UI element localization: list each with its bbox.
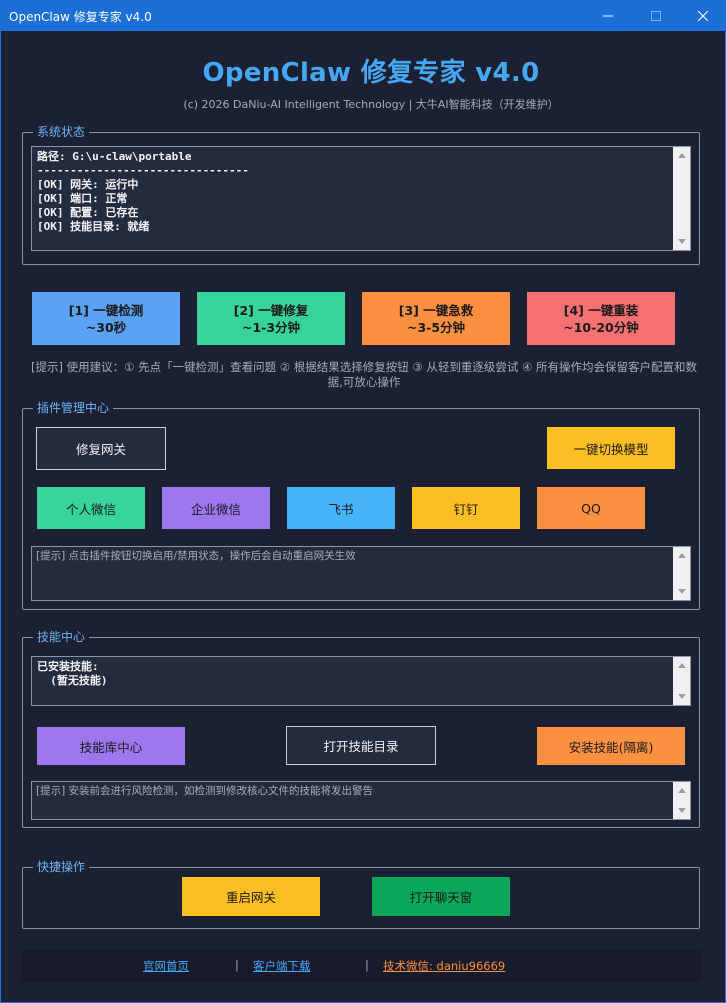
rescue-button[interactable]: [3] 一键急救 ~3-5分钟 bbox=[362, 292, 510, 345]
installed-skills-text: 已安装技能: (暂无技能) bbox=[37, 660, 108, 687]
homepage-link[interactable]: 官网首页 bbox=[143, 958, 189, 974]
switch-model-button[interactable]: 一键切换模型 bbox=[547, 427, 675, 469]
rescue-button-time: ~3-5分钟 bbox=[406, 319, 466, 335]
scroll-down-icon[interactable] bbox=[673, 688, 690, 705]
scroll-down-icon[interactable] bbox=[673, 583, 690, 600]
restart-gateway-button[interactable]: 重启网关 bbox=[182, 877, 320, 916]
plugin-personal-wechat-button[interactable]: 个人微信 bbox=[37, 487, 145, 529]
plugin-dingtalk-button[interactable]: 钉钉 bbox=[412, 487, 520, 529]
close-button[interactable] bbox=[680, 0, 726, 31]
plugin-qq-button[interactable]: QQ bbox=[537, 487, 645, 529]
rescue-button-label: [3] 一键急救 bbox=[398, 302, 474, 318]
reinstall-button-time: ~10-20分钟 bbox=[563, 319, 639, 335]
scroll-up-icon[interactable] bbox=[673, 782, 690, 799]
scroll-up-icon[interactable] bbox=[673, 547, 690, 564]
open-chat-button[interactable]: 打开聊天窗 bbox=[372, 877, 510, 916]
plugin-hint-box[interactable]: [提示] 点击插件按钮切换启用/禁用状态，操作后会自动重启网关生效 bbox=[31, 546, 691, 601]
window-title: OpenClaw 修复专家 v4.0 bbox=[9, 10, 152, 24]
installed-skills-scrollbar[interactable] bbox=[673, 657, 690, 705]
usage-tip: [提示] 使用建议：① 先点「一键检测」查看问题 ② 根据结果选择修复按钮 ③ … bbox=[31, 360, 697, 389]
status-log-text: 路径: G:\u-claw\portable -----------------… bbox=[37, 150, 249, 233]
reinstall-button-label: [4] 一键重装 bbox=[563, 302, 639, 318]
skills-group-label: 技能中心 bbox=[33, 630, 90, 644]
status-log-scrollbar[interactable] bbox=[673, 147, 690, 250]
app-title: OpenClaw 修复专家 v4.0 bbox=[202, 58, 540, 88]
scroll-down-icon[interactable] bbox=[673, 802, 690, 819]
system-status-label: 系统状态 bbox=[33, 125, 90, 139]
plugin-group-label: 插件管理中心 bbox=[33, 401, 114, 415]
skills-hint-scrollbar[interactable] bbox=[673, 782, 690, 819]
plugin-hint-text: [提示] 点击插件按钮切换启用/禁用状态，操作后会自动重启网关生效 bbox=[36, 550, 356, 562]
plugin-work-wechat-button[interactable]: 企业微信 bbox=[162, 487, 270, 529]
scroll-down-icon[interactable] bbox=[673, 233, 690, 250]
repair-button[interactable]: [2] 一键修复 ~1-3分钟 bbox=[197, 292, 345, 345]
title-bar[interactable]: OpenClaw 修复专家 v4.0 bbox=[0, 0, 726, 31]
minimize-button[interactable] bbox=[585, 0, 631, 31]
client-download-link[interactable]: 客户端下载 bbox=[253, 958, 311, 974]
reinstall-button[interactable]: [4] 一键重装 ~10-20分钟 bbox=[527, 292, 675, 345]
scroll-up-icon[interactable] bbox=[673, 657, 690, 674]
app-subtitle: (c) 2026 DaNiu-AI Intelligent Technology… bbox=[183, 98, 559, 111]
repair-button-label: [2] 一键修复 bbox=[233, 302, 309, 318]
plugin-hint-scrollbar[interactable] bbox=[673, 547, 690, 600]
installed-skills-box[interactable]: 已安装技能: (暂无技能) bbox=[31, 656, 691, 706]
quick-actions-group: 快捷操作 bbox=[22, 860, 700, 929]
skills-hint-box[interactable]: [提示] 安装前会进行风险检测，如检测到修改核心文件的技能将发出警告 bbox=[31, 781, 691, 820]
detect-button-label: [1] 一键检测 bbox=[68, 302, 144, 318]
wechat-contact-link[interactable]: 技术微信: daniu96669 bbox=[383, 958, 505, 974]
footer-bar: 官网首页 | 客户端下载 | 技术微信: daniu96669 bbox=[21, 950, 701, 982]
skill-library-button[interactable]: 技能库中心 bbox=[37, 727, 185, 765]
quick-actions-label: 快捷操作 bbox=[33, 860, 90, 874]
detect-button-time: ~30秒 bbox=[85, 319, 127, 335]
footer-separator: | bbox=[365, 958, 369, 972]
plugin-feishu-button[interactable]: 飞书 bbox=[287, 487, 395, 529]
open-skill-dir-button[interactable]: 打开技能目录 bbox=[286, 726, 436, 765]
install-skill-button[interactable]: 安装技能(隔离) bbox=[537, 727, 685, 765]
skills-hint-text: [提示] 安装前会进行风险检测，如检测到修改核心文件的技能将发出警告 bbox=[36, 785, 374, 797]
status-log-box[interactable]: 路径: G:\u-claw\portable -----------------… bbox=[31, 146, 691, 251]
repair-gateway-button[interactable]: 修复网关 bbox=[36, 427, 166, 470]
repair-button-time: ~1-3分钟 bbox=[241, 319, 301, 335]
scroll-up-icon[interactable] bbox=[673, 147, 690, 164]
footer-separator: | bbox=[235, 958, 239, 972]
minimize-icon bbox=[603, 15, 613, 16]
detect-button[interactable]: [1] 一键检测 ~30秒 bbox=[32, 292, 180, 345]
maximize-icon bbox=[651, 10, 661, 21]
close-icon bbox=[698, 10, 708, 21]
maximize-button[interactable] bbox=[633, 0, 679, 31]
